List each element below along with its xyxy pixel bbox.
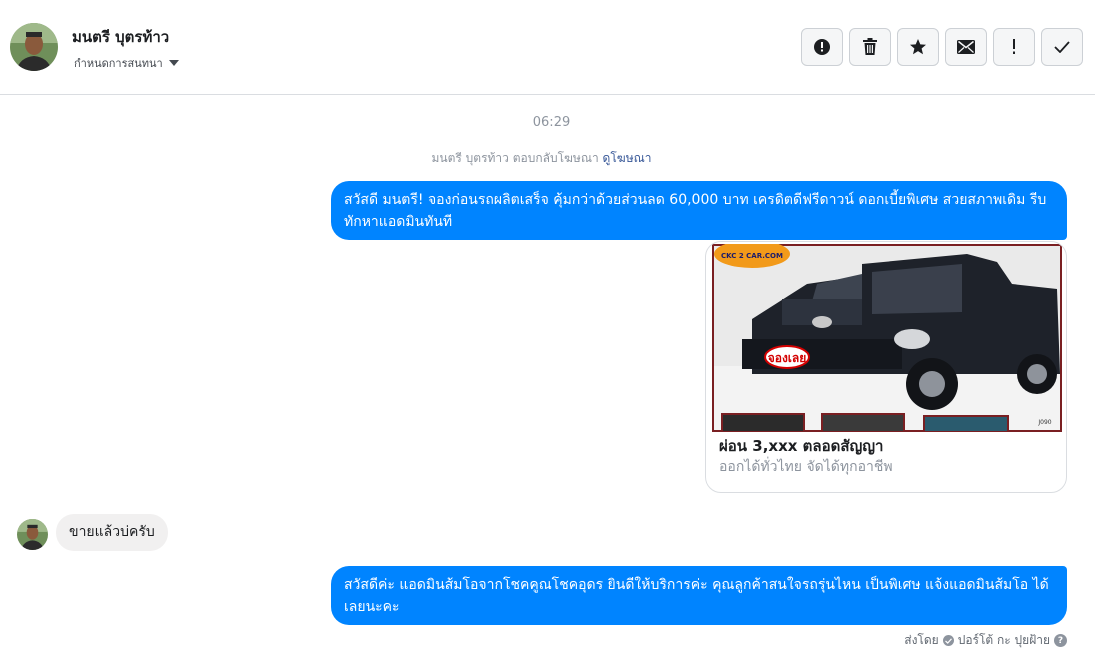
incoming-message[interactable]: ขายแล้วบ่ครับ [56,514,168,551]
mark-unread-button[interactable] [945,28,987,66]
caret-down-icon [168,60,179,66]
outgoing-message[interactable]: สวัสดี มนตรี! จองก่อนรถผลิตเสร็จ คุ้มกว่… [331,181,1067,240]
alert-circle-icon [814,39,830,55]
sender-avatar[interactable] [17,519,48,550]
exclamation-icon [1013,39,1015,54]
ad-reply-text: มนตรี บุตรท้าว ตอบกลับโฆษณา [431,151,599,165]
page-check-icon [942,635,954,646]
conversation-toolbar [801,28,1083,66]
star-button[interactable] [897,28,939,66]
ad-badge-text: จองเลย [768,351,807,365]
envelope-icon [957,40,975,54]
message-timestamp: 06:29 [532,115,571,130]
ad-title[interactable]: ผ่อน 3,xxx ตลอดสัญญา [719,434,883,458]
trash-icon [863,38,877,55]
contact-name[interactable]: มนตรี บุตรท้าว [72,25,169,49]
ad-logo-text: CKC 2 CAR.COM [721,252,783,260]
sent-by-info: ส่งโดย ปอร์โต้ กะ ปุยฝ้าย ? [904,631,1067,650]
ad-image[interactable]: CKC 2 CAR.COM จองเลย J090 [712,244,1062,432]
outgoing-message[interactable]: สวัสดีค่ะ แอดมินส้มโอจากโชคคูณโชคอุดร ยิ… [331,566,1067,625]
ad-subtitle: ออกได้ทั่วไทย จัดได้ทุกอาชีพ [719,459,893,475]
conversation-header: มนตรี บุตรท้าว กำหนดการสนทนา [0,0,1095,95]
ad-reply-notice: มนตรี บุตรท้าว ตอบกลับโฆษณา ดูโฆษณา [0,149,1083,168]
sent-by-name: ปอร์โต้ กะ ปุยฝ้าย [957,633,1050,647]
contact-avatar[interactable] [10,23,58,71]
sent-by-label: ส่งโดย [904,633,939,647]
conversation-settings-label: กำหนดการสนทนา [74,57,163,70]
check-icon [1054,41,1070,53]
conversation-settings-dropdown[interactable]: กำหนดการสนทนา [74,54,179,72]
help-icon[interactable]: ? [1054,634,1067,647]
flag-button[interactable] [993,28,1035,66]
delete-button[interactable] [849,28,891,66]
ad-card[interactable]: CKC 2 CAR.COM จองเลย J090 ผ่อน 3,xxx ตลอ… [705,241,1067,493]
spam-button[interactable] [801,28,843,66]
star-icon [910,39,926,55]
view-ad-link[interactable]: ดูโฆษณา [603,151,652,165]
mark-done-button[interactable] [1041,28,1083,66]
ad-plate-text: J090 [1037,419,1051,426]
